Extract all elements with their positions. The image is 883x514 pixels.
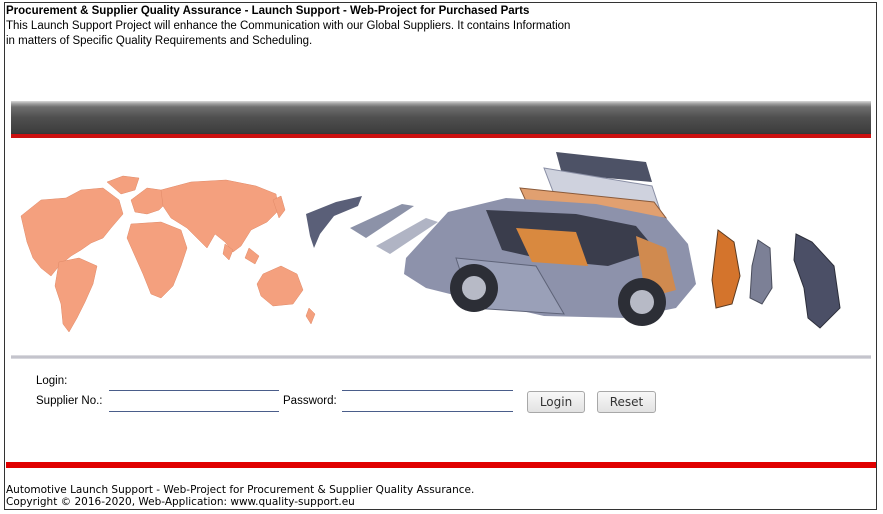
page-footer: Automotive Launch Support - Web-Project … [6, 484, 474, 508]
banner-top-bar [11, 101, 871, 138]
footer-line-1: Automotive Launch Support - Web-Project … [6, 484, 475, 496]
page-title: Procurement & Supplier Quality Assurance… [6, 5, 530, 17]
login-label: Login: [36, 375, 68, 387]
page-header: Procurement & Supplier Quality Assurance… [6, 4, 646, 49]
supplier-no-label: Supplier No.: [36, 395, 103, 407]
password-top-field[interactable] [342, 371, 513, 391]
banner-image [11, 138, 851, 356]
password-label: Password: [283, 395, 337, 407]
password-input[interactable] [342, 392, 513, 412]
banner-illustration [20, 152, 841, 333]
login-form: Login: Supplier No.: Password: Login Res… [0, 370, 883, 430]
supplier-no-input[interactable] [109, 392, 279, 412]
copyright-text: Copyright © 2016-2020, Web-Application: … [6, 496, 355, 508]
exploded-car-icon [306, 152, 841, 329]
login-top-field[interactable] [109, 371, 279, 391]
banner-bottom-bar [11, 355, 871, 359]
login-button[interactable]: Login [527, 391, 585, 413]
intro-text-line-2: in matters of Specific Quality Requireme… [6, 35, 313, 47]
intro-text-line-1: This Launch Support Project will enhance… [6, 20, 571, 32]
reset-button[interactable]: Reset [597, 391, 656, 413]
footer-red-bar [6, 462, 876, 468]
world-map-icon [20, 175, 316, 333]
